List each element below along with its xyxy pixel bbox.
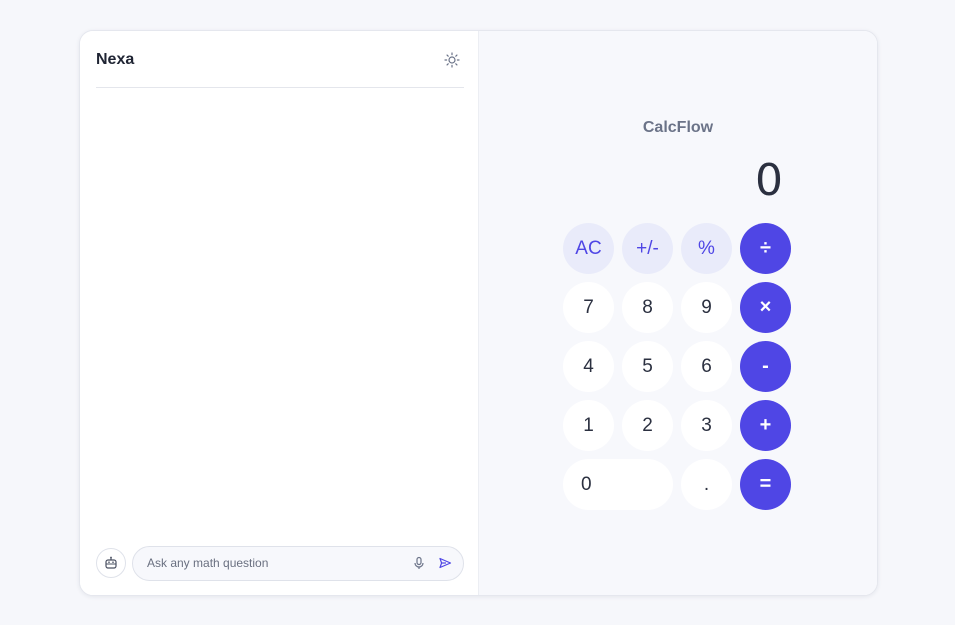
key-4[interactable]: 4 <box>563 341 614 392</box>
key-clear[interactable]: AC <box>563 223 614 274</box>
sun-icon <box>444 52 460 68</box>
key-subtract[interactable]: - <box>740 341 791 392</box>
key-9[interactable]: 9 <box>681 282 732 333</box>
chat-footer <box>96 545 464 581</box>
microphone-icon <box>414 556 424 569</box>
send-icon <box>439 557 452 569</box>
send-button[interactable] <box>433 551 457 575</box>
calculator-keypad: AC +/- % ÷ 7 8 9 × 4 5 6 - 1 2 3 + 0 . = <box>563 223 791 510</box>
chat-panel: Nexa <box>80 31 479 595</box>
key-0[interactable]: 0 <box>563 459 673 510</box>
key-add[interactable]: + <box>740 400 791 451</box>
calculator-title: CalcFlow <box>642 119 714 136</box>
key-equals[interactable]: = <box>740 459 791 510</box>
key-6[interactable]: 6 <box>681 341 732 392</box>
key-percent[interactable]: % <box>681 223 732 274</box>
microphone-button[interactable] <box>407 551 431 575</box>
key-multiply[interactable]: × <box>740 282 791 333</box>
chat-title: Nexa <box>96 51 135 68</box>
key-1[interactable]: 1 <box>563 400 614 451</box>
key-2[interactable]: 2 <box>622 400 673 451</box>
app-window: Nexa Ask any math question CalcFlow 0 AC… <box>79 30 878 596</box>
chat-input-container <box>132 545 464 581</box>
chat-messages-area <box>96 89 464 539</box>
key-5[interactable]: 5 <box>622 341 673 392</box>
key-3[interactable]: 3 <box>681 400 732 451</box>
chat-header: Nexa <box>96 31 464 88</box>
calculator-panel: CalcFlow 0 AC +/- % ÷ 7 8 9 × 4 5 6 - 1 … <box>479 31 877 595</box>
theme-toggle-button[interactable] <box>440 48 464 72</box>
key-decimal[interactable]: . <box>681 459 732 510</box>
key-toggle-sign[interactable]: +/- <box>622 223 673 274</box>
calculator-display: 0 <box>755 155 783 206</box>
key-7[interactable]: 7 <box>563 282 614 333</box>
chat-input[interactable] <box>147 556 405 570</box>
key-8[interactable]: 8 <box>622 282 673 333</box>
robot-icon <box>105 556 117 569</box>
key-divide[interactable]: ÷ <box>740 223 791 274</box>
bot-button[interactable] <box>96 548 126 578</box>
